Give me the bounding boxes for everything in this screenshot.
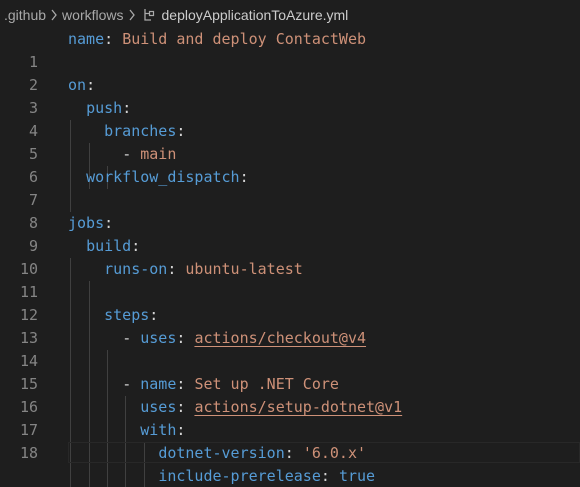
yaml-key: name xyxy=(68,30,105,48)
yaml-key: uses xyxy=(140,398,177,416)
yaml-key: with xyxy=(140,421,177,439)
code-line[interactable]: 14 - uses: actions/checkout@v4 xyxy=(0,327,580,370)
yaml-value: ubuntu-latest xyxy=(185,260,303,278)
yaml-key: workflow_dispatch xyxy=(86,168,240,186)
code-line[interactable]: 2 xyxy=(0,51,580,94)
code-line[interactable]: 15 xyxy=(0,350,580,393)
code-editor[interactable]: 1 name: Build and deploy ContactWeb 2 3 … xyxy=(0,28,580,487)
code-line-current[interactable]: 19 dotnet-version: '6.0.x' xyxy=(0,442,580,465)
code-line[interactable]: 10 build: xyxy=(0,235,580,278)
breadcrumb: .github workflows deployApplicationToAzu… xyxy=(0,0,580,30)
code-line[interactable]: 1 name: Build and deploy ContactWeb xyxy=(0,28,580,71)
yaml-key: uses xyxy=(140,329,177,347)
yaml-key: name xyxy=(140,375,177,393)
code-line[interactable]: 4 push: xyxy=(0,97,580,140)
yaml-value: Build and deploy ContactWeb xyxy=(122,30,367,48)
code-line[interactable]: 12 xyxy=(0,281,580,324)
breadcrumb-workflows-folder[interactable]: workflows xyxy=(62,7,123,23)
yaml-key: push xyxy=(86,99,123,117)
code-line[interactable]: 3 on: xyxy=(0,74,580,117)
yaml-key: runs-on xyxy=(104,260,168,278)
breadcrumb-file-name[interactable]: deployApplicationToAzure.yml xyxy=(162,7,349,23)
yaml-bool-value: true xyxy=(338,467,376,485)
yaml-key: branches xyxy=(104,122,177,140)
code-line[interactable]: 18 with: xyxy=(0,419,580,462)
code-line[interactable]: 16 - name: Set up .NET Core xyxy=(0,373,580,416)
code-line[interactable]: 13 steps: xyxy=(0,304,580,347)
yaml-key: steps xyxy=(104,306,150,324)
yaml-key: include-prerelease xyxy=(158,467,321,485)
chevron-right-icon xyxy=(46,9,62,21)
yaml-key: build xyxy=(86,237,132,255)
code-line[interactable]: 7 workflow_dispatch: xyxy=(0,166,580,209)
yaml-value: Set up .NET Core xyxy=(194,375,339,393)
yaml-value: '6.0.x' xyxy=(302,444,367,462)
action-link[interactable]: actions/checkout@v4 xyxy=(194,329,366,347)
code-line[interactable]: 17 uses: actions/setup-dotnet@v1 xyxy=(0,396,580,439)
breadcrumb-github-folder[interactable]: .github xyxy=(4,7,46,23)
vscode-editor-window: .github workflows deployApplicationToAzu… xyxy=(0,0,580,487)
code-line[interactable]: 11 runs-on: ubuntu-latest xyxy=(0,258,580,301)
yaml-file-icon xyxy=(142,8,156,22)
code-line[interactable]: 20 include-prerelease: true xyxy=(0,465,580,487)
code-line[interactable]: 8 xyxy=(0,189,580,232)
action-link[interactable]: actions/setup-dotnet@v1 xyxy=(194,398,402,416)
code-line[interactable]: 9 jobs: xyxy=(0,212,580,255)
chevron-right-icon xyxy=(124,9,140,21)
yaml-key: on xyxy=(68,76,87,94)
yaml-key: dotnet-version xyxy=(158,444,285,462)
yaml-key: jobs xyxy=(68,214,105,232)
code-line[interactable]: 6 - main xyxy=(0,143,580,186)
code-line[interactable]: 5 branches: xyxy=(0,120,580,163)
yaml-value: main xyxy=(140,145,177,163)
